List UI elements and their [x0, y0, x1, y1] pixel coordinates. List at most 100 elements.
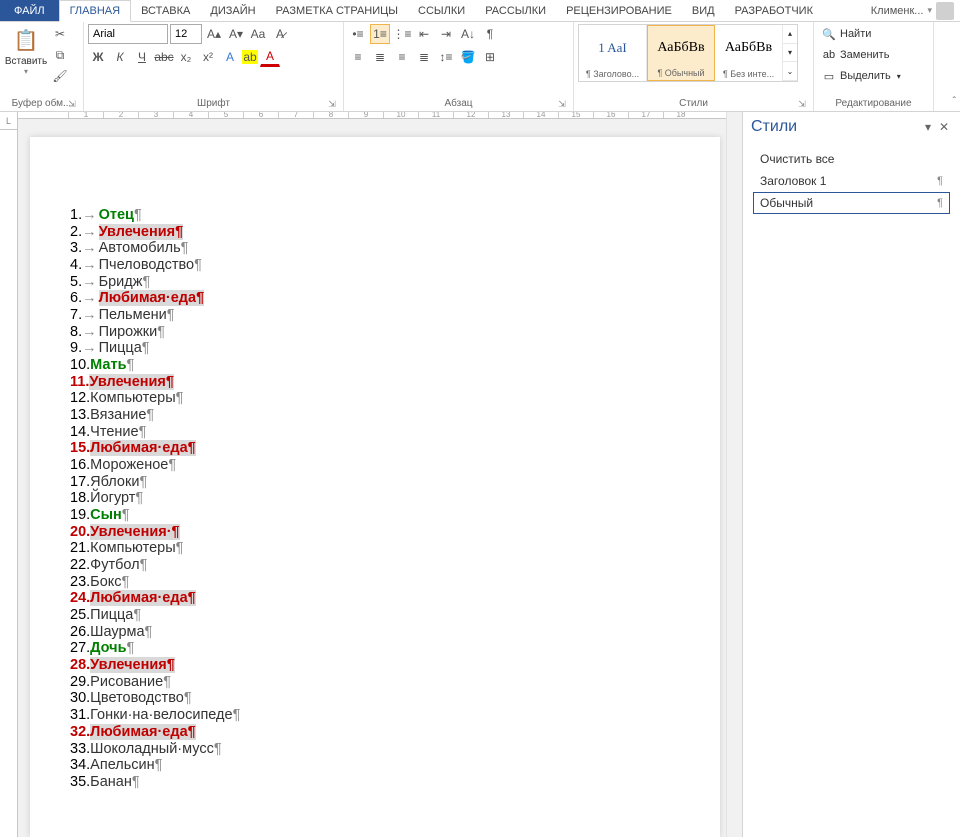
doc-line[interactable]: 20.Увлечения·¶ [70, 524, 702, 541]
align-center-icon[interactable]: ≣ [370, 47, 390, 67]
clear-all-button[interactable]: Очистить все [753, 148, 950, 170]
change-case-icon[interactable]: Aa [248, 24, 268, 44]
paste-button[interactable]: 📋 Вставить ▾ [4, 24, 48, 78]
doc-line[interactable]: 14.Чтение¶ [70, 424, 702, 441]
highlight-icon[interactable]: ab [242, 50, 258, 64]
doc-line[interactable]: 10.Мать¶ [70, 357, 702, 374]
font-size-input[interactable] [170, 24, 202, 44]
doc-line[interactable]: 18.Йогурт¶ [70, 490, 702, 507]
replace-button[interactable]: abЗаменить [818, 45, 905, 65]
user-name[interactable]: Клименк... [871, 5, 924, 17]
doc-line[interactable]: 15.Любимая·еда¶ [70, 440, 702, 457]
shading-icon[interactable]: 🪣 [458, 47, 478, 67]
grow-font-icon[interactable]: A▴ [204, 24, 224, 44]
launcher-icon[interactable]: ⇲ [797, 99, 807, 109]
doc-line[interactable]: 11.Увлечения¶ [70, 374, 702, 391]
doc-line[interactable]: 7.→Пельмени¶ [70, 307, 702, 324]
doc-line[interactable]: 12.Компьютеры¶ [70, 390, 702, 407]
indent-decrease-icon[interactable]: ⇤ [414, 24, 434, 44]
doc-line[interactable]: 9.→Пицца¶ [70, 340, 702, 357]
tab-file[interactable]: ФАЙЛ [0, 0, 59, 21]
doc-line[interactable]: 5.→Бридж¶ [70, 274, 702, 291]
doc-line[interactable]: 27.Дочь¶ [70, 640, 702, 657]
align-left-icon[interactable]: ≡ [348, 47, 368, 67]
doc-line[interactable]: 34.Апельсин¶ [70, 757, 702, 774]
ruler-vertical[interactable] [0, 130, 18, 837]
doc-line[interactable]: 19.Сын¶ [70, 507, 702, 524]
text-effects-icon[interactable]: A [220, 47, 240, 67]
close-icon[interactable]: ✕ [936, 120, 952, 134]
strike-icon[interactable]: abc [154, 47, 174, 67]
gallery-more[interactable]: ▴▾⌄ [783, 25, 797, 81]
doc-line[interactable]: 29.Рисование¶ [70, 674, 702, 691]
doc-line[interactable]: 3.→Автомобиль¶ [70, 240, 702, 257]
doc-line[interactable]: 16.Мороженое¶ [70, 457, 702, 474]
tab-рассылки[interactable]: РАССЫЛКИ [475, 0, 556, 21]
doc-line[interactable]: 33.Шоколадный·мусс¶ [70, 741, 702, 758]
superscript-icon[interactable]: x² [198, 47, 218, 67]
pane-options-icon[interactable]: ▾ [920, 120, 936, 134]
style-gallery-item[interactable]: 1 AaI¶ Заголово... [579, 25, 647, 81]
style-gallery-item[interactable]: АаБбВв¶ Обычный [647, 25, 715, 81]
style-list-item[interactable]: Заголовок 1¶ [753, 170, 950, 192]
copy-icon[interactable]: ⧉ [50, 45, 70, 65]
doc-line[interactable]: 23.Бокс¶ [70, 574, 702, 591]
doc-line[interactable]: 2.→Увлечения¶ [70, 224, 702, 241]
tab-дизайн[interactable]: ДИЗАЙН [200, 0, 265, 21]
doc-line[interactable]: 22.Футбол¶ [70, 557, 702, 574]
doc-line[interactable]: 30.Цветоводство¶ [70, 690, 702, 707]
tab-главная[interactable]: ГЛАВНАЯ [59, 0, 131, 22]
sort-icon[interactable]: A↓ [458, 24, 478, 44]
tab-вид[interactable]: ВИД [682, 0, 725, 21]
multilevel-icon[interactable]: ⋮≡ [392, 24, 412, 44]
doc-line[interactable]: 24.Любимая·еда¶ [70, 590, 702, 607]
format-painter-icon[interactable]: 🖌 [50, 66, 70, 86]
tab-вставка[interactable]: ВСТАВКА [131, 0, 200, 21]
tab-разработчик[interactable]: РАЗРАБОТЧИК [725, 0, 823, 21]
doc-line[interactable]: 32.Любимая·еда¶ [70, 724, 702, 741]
shrink-font-icon[interactable]: A▾ [226, 24, 246, 44]
align-right-icon[interactable]: ≡ [392, 47, 412, 67]
font-color-icon[interactable]: A [260, 47, 280, 67]
doc-line[interactable]: 28.Увлечения¶ [70, 657, 702, 674]
doc-line[interactable]: 35.Банан¶ [70, 774, 702, 791]
tab-разметка страницы[interactable]: РАЗМЕТКА СТРАНИЦЫ [266, 0, 408, 21]
scrollbar-vertical[interactable] [726, 112, 742, 837]
user-avatar-icon[interactable] [936, 2, 954, 20]
show-marks-icon[interactable]: ¶ [480, 24, 500, 44]
doc-line[interactable]: 26.Шаурма¶ [70, 624, 702, 641]
doc-line[interactable]: 8.→Пирожки¶ [70, 324, 702, 341]
justify-icon[interactable]: ≣ [414, 47, 434, 67]
launcher-icon[interactable]: ⇲ [327, 99, 337, 109]
bold-icon[interactable]: Ж [88, 47, 108, 67]
indent-increase-icon[interactable]: ⇥ [436, 24, 456, 44]
find-button[interactable]: 🔍Найти [818, 24, 905, 44]
underline-icon[interactable]: Ч [132, 47, 152, 67]
tab-ссылки[interactable]: ССЫЛКИ [408, 0, 475, 21]
launcher-icon[interactable]: ⇲ [557, 99, 567, 109]
numbering-icon[interactable]: 1≡ [370, 24, 390, 44]
tab-рецензирование[interactable]: РЕЦЕНЗИРОВАНИЕ [556, 0, 682, 21]
doc-line[interactable]: 21.Компьютеры¶ [70, 540, 702, 557]
select-button[interactable]: ▭Выделить▾ [818, 66, 905, 86]
doc-line[interactable]: 31.Гонки·на·велосипеде¶ [70, 707, 702, 724]
clear-format-icon[interactable]: A̷ [270, 24, 290, 44]
doc-line[interactable]: 4.→Пчеловодство¶ [70, 257, 702, 274]
page[interactable]: 1.→Отец¶2.→Увлечения¶3.→Автомобиль¶4.→Пч… [30, 137, 720, 837]
chevron-down-icon[interactable]: ▾ [927, 5, 932, 16]
launcher-icon[interactable]: ⇲ [67, 99, 77, 109]
bullets-icon[interactable]: •≡ [348, 24, 368, 44]
style-gallery-item[interactable]: АаБбВв¶ Без инте... [715, 25, 783, 81]
borders-icon[interactable]: ⊞ [480, 47, 500, 67]
ruler-horizontal[interactable]: 123456789101112131415161718 [18, 112, 726, 119]
doc-line[interactable]: 25.Пицца¶ [70, 607, 702, 624]
cut-icon[interactable]: ✂ [50, 24, 70, 44]
doc-line[interactable]: 6.→Любимая·еда¶ [70, 290, 702, 307]
line-spacing-icon[interactable]: ↕≡ [436, 47, 456, 67]
subscript-icon[interactable]: x₂ [176, 47, 196, 67]
font-name-input[interactable] [88, 24, 168, 44]
doc-line[interactable]: 13.Вязание¶ [70, 407, 702, 424]
italic-icon[interactable]: К [110, 47, 130, 67]
doc-line[interactable]: 1.→Отец¶ [70, 207, 702, 224]
doc-line[interactable]: 17.Яблоки¶ [70, 474, 702, 491]
